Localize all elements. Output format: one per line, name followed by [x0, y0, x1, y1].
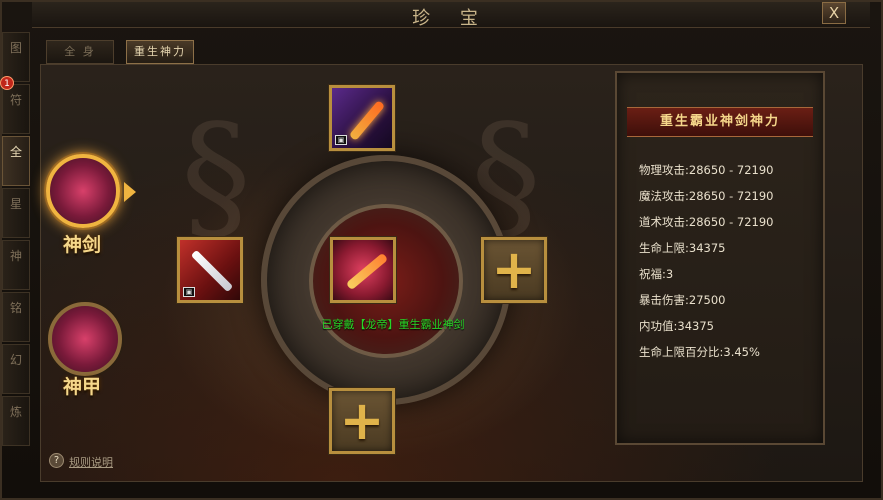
side-tab-label: 图 [9, 41, 22, 55]
slot-left[interactable]: ▣ [177, 237, 243, 303]
slot-bottom-empty[interactable]: + [329, 388, 395, 454]
stat-taoist-attack: 道术攻击:28650 - 72190 [639, 215, 774, 229]
stats-list: 物理攻击:28650 - 72190 魔法攻击:28650 - 72190 道术… [639, 157, 819, 365]
tab-rebirth-power[interactable]: 重生神力 [126, 40, 194, 64]
stat-magic-attack: 魔法攻击:28650 - 72190 [639, 189, 774, 203]
stat-blessing: 祝福:3 [639, 267, 674, 281]
side-tab-label: 铭 [9, 301, 22, 315]
slot-center[interactable] [330, 237, 396, 303]
slot-right-empty[interactable]: + [481, 237, 547, 303]
bound-icon: ▣ [183, 287, 195, 297]
stat-max-hp-percent: 生命上限百分比:3.45% [639, 345, 760, 359]
side-tab-0[interactable]: 图 [2, 32, 30, 82]
slot-top[interactable]: ▣ [329, 85, 395, 151]
side-tab-label: 炼 [9, 405, 22, 419]
window-title: 珍 宝 [412, 8, 490, 29]
category-label-armor: 神甲 [62, 376, 101, 398]
rules-link[interactable]: 规则说明 [69, 454, 113, 470]
side-tab-3[interactable]: 星 [2, 188, 30, 238]
stats-panel: 重生霸业神剑神力 物理攻击:28650 - 72190 魔法攻击:28650 -… [615, 71, 825, 445]
side-tab-label: 星 [9, 197, 22, 211]
side-tab-2[interactable]: 全 [2, 136, 30, 186]
stat-physical-attack: 物理攻击:28650 - 72190 [639, 163, 774, 177]
bound-icon: ▣ [335, 135, 347, 145]
treasure-panel: § § ▣ ▣ + + 已穿戴【龙帝】重生霸业神剑 重生霸业神剑神力 物理攻击:… [40, 64, 863, 482]
treasure-window: 珍 宝 X 图 符 全 星 神 铭 幻 炼 1 全 身 重生神力 § § ▣ ▣ [0, 0, 883, 500]
category-label-sword: 神剑 [62, 234, 101, 256]
side-tab-label: 符 [9, 93, 22, 107]
plus-icon: + [339, 389, 385, 452]
side-tab-1[interactable]: 符 [2, 84, 30, 134]
side-tab-6[interactable]: 幻 [2, 344, 30, 394]
side-tab-7[interactable]: 炼 [2, 396, 30, 446]
stat-inner-power: 内功值:34375 [639, 319, 714, 333]
category-divine-armor[interactable] [48, 302, 122, 376]
title-bar: 珍 宝 X [32, 2, 870, 29]
stats-title: 重生霸业神剑神力 [627, 107, 813, 137]
side-tab-label: 全 [9, 145, 22, 159]
side-tab-label: 幻 [9, 353, 22, 367]
category-divine-sword[interactable] [46, 154, 120, 228]
question-icon[interactable]: ? [49, 453, 64, 468]
equipped-status: 已穿戴【龙帝】重生霸业神剑 [321, 318, 465, 331]
selected-arrow-icon [124, 182, 136, 202]
divine-armor-icon [52, 306, 118, 372]
side-tab-bar: 图 符 全 星 神 铭 幻 炼 1 [0, 32, 30, 500]
side-tab-label: 神 [9, 249, 22, 263]
notification-badge: 1 [0, 76, 14, 90]
tab-whole-body[interactable]: 全 身 [46, 40, 114, 64]
side-tab-4[interactable]: 神 [2, 240, 30, 290]
divine-sword-icon [50, 158, 116, 224]
plus-icon: + [491, 238, 537, 301]
close-button[interactable]: X [822, 2, 846, 24]
dragon-ornament-left: § [181, 95, 251, 258]
side-tab-5[interactable]: 铭 [2, 292, 30, 342]
dragon-emperor-sword-icon [333, 240, 393, 300]
stat-crit-damage: 暴击伤害:27500 [639, 293, 726, 307]
stat-max-hp: 生命上限:34375 [639, 241, 726, 255]
